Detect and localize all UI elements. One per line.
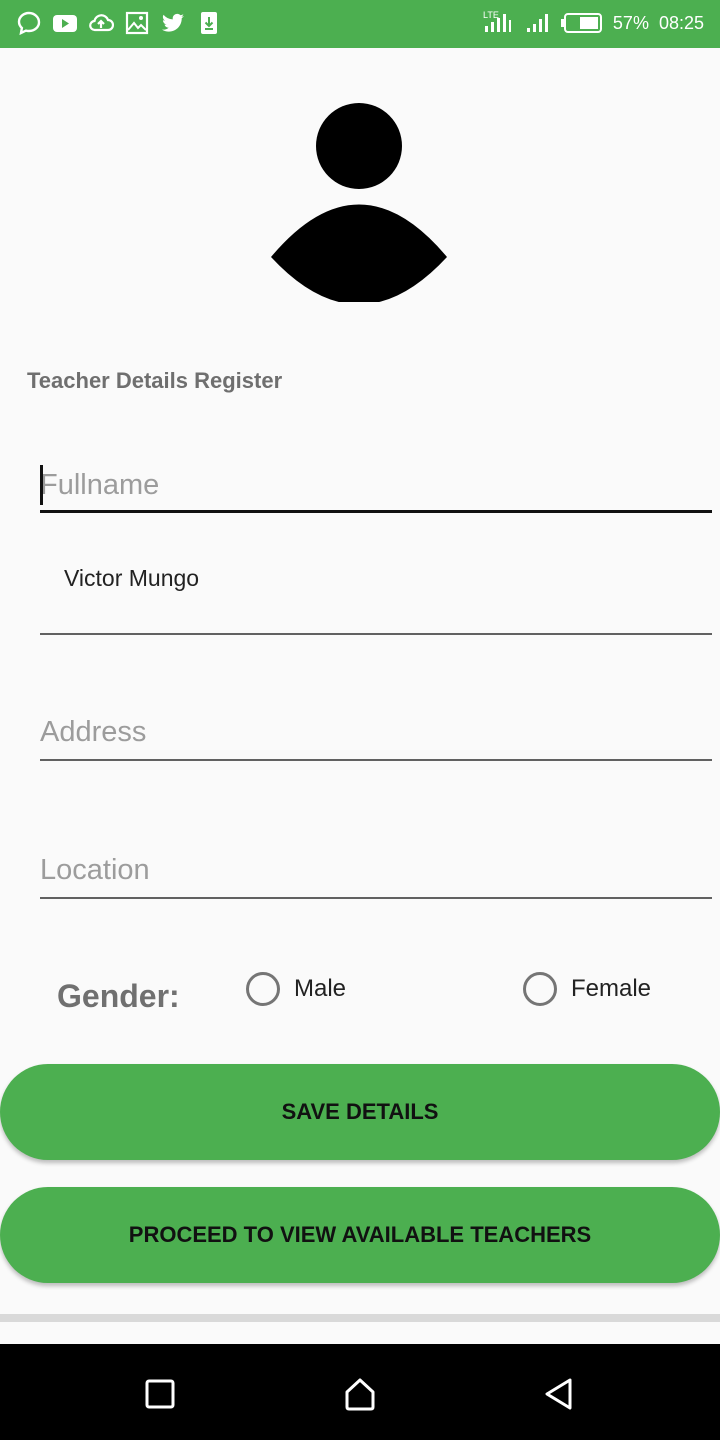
- form-title: Teacher Details Register: [27, 368, 283, 393]
- fullname-underline: [40, 510, 712, 513]
- message-icon: [17, 11, 41, 36]
- battery-icon: [560, 13, 602, 33]
- recents-icon[interactable]: [138, 1372, 182, 1416]
- name-underline: [40, 633, 712, 635]
- fullname-input[interactable]: [40, 462, 712, 508]
- radio-circle-icon[interactable]: [246, 972, 280, 1006]
- gender-label: Gender:: [57, 978, 180, 1014]
- location-underline: [40, 897, 712, 899]
- scroll-edge-divider: [0, 1314, 720, 1322]
- battery-percent: 57%: [612, 12, 649, 33]
- cloud-upload-icon: [89, 14, 114, 32]
- save-details-button[interactable]: SAVE DETAILS: [0, 1064, 720, 1160]
- notification-icons: [16, 10, 222, 36]
- gender-male-radio[interactable]: Male: [246, 972, 346, 1006]
- gender-male-label[interactable]: Male: [294, 975, 346, 1003]
- signal-icon: [526, 14, 548, 32]
- fullname-field[interactable]: [40, 462, 712, 514]
- gender-female-radio[interactable]: Female: [523, 972, 651, 1006]
- clock: 08:25: [658, 12, 704, 33]
- system-status: LTE 57% 08:25: [483, 10, 704, 36]
- home-icon[interactable]: [338, 1372, 382, 1416]
- gender-female-label[interactable]: Female: [571, 975, 651, 1003]
- address-input[interactable]: [40, 716, 712, 749]
- name-field[interactable]: Victor Mungo: [40, 560, 712, 636]
- image-icon: [125, 11, 149, 35]
- status-bar: LTE 57% 08:25: [0, 0, 720, 48]
- network-type: LTE: [483, 10, 499, 20]
- name-value: Victor Mungo: [64, 565, 200, 591]
- address-field[interactable]: [40, 716, 712, 762]
- location-input[interactable]: [40, 854, 712, 887]
- twitter-icon: [162, 13, 184, 32]
- address-underline: [40, 759, 712, 761]
- lte-signal-icon: LTE: [483, 10, 511, 32]
- view-teachers-button[interactable]: PROCEED TO VIEW AVAILABLE TEACHERS: [0, 1187, 720, 1283]
- text-cursor: [40, 465, 43, 505]
- navigation-bar: [0, 1344, 720, 1440]
- youtube-icon: [53, 15, 77, 32]
- back-icon[interactable]: [536, 1372, 580, 1416]
- download-icon: [201, 12, 217, 34]
- radio-circle-icon[interactable]: [523, 972, 557, 1006]
- profile-avatar-icon[interactable]: [270, 102, 448, 302]
- location-field[interactable]: [40, 854, 712, 900]
